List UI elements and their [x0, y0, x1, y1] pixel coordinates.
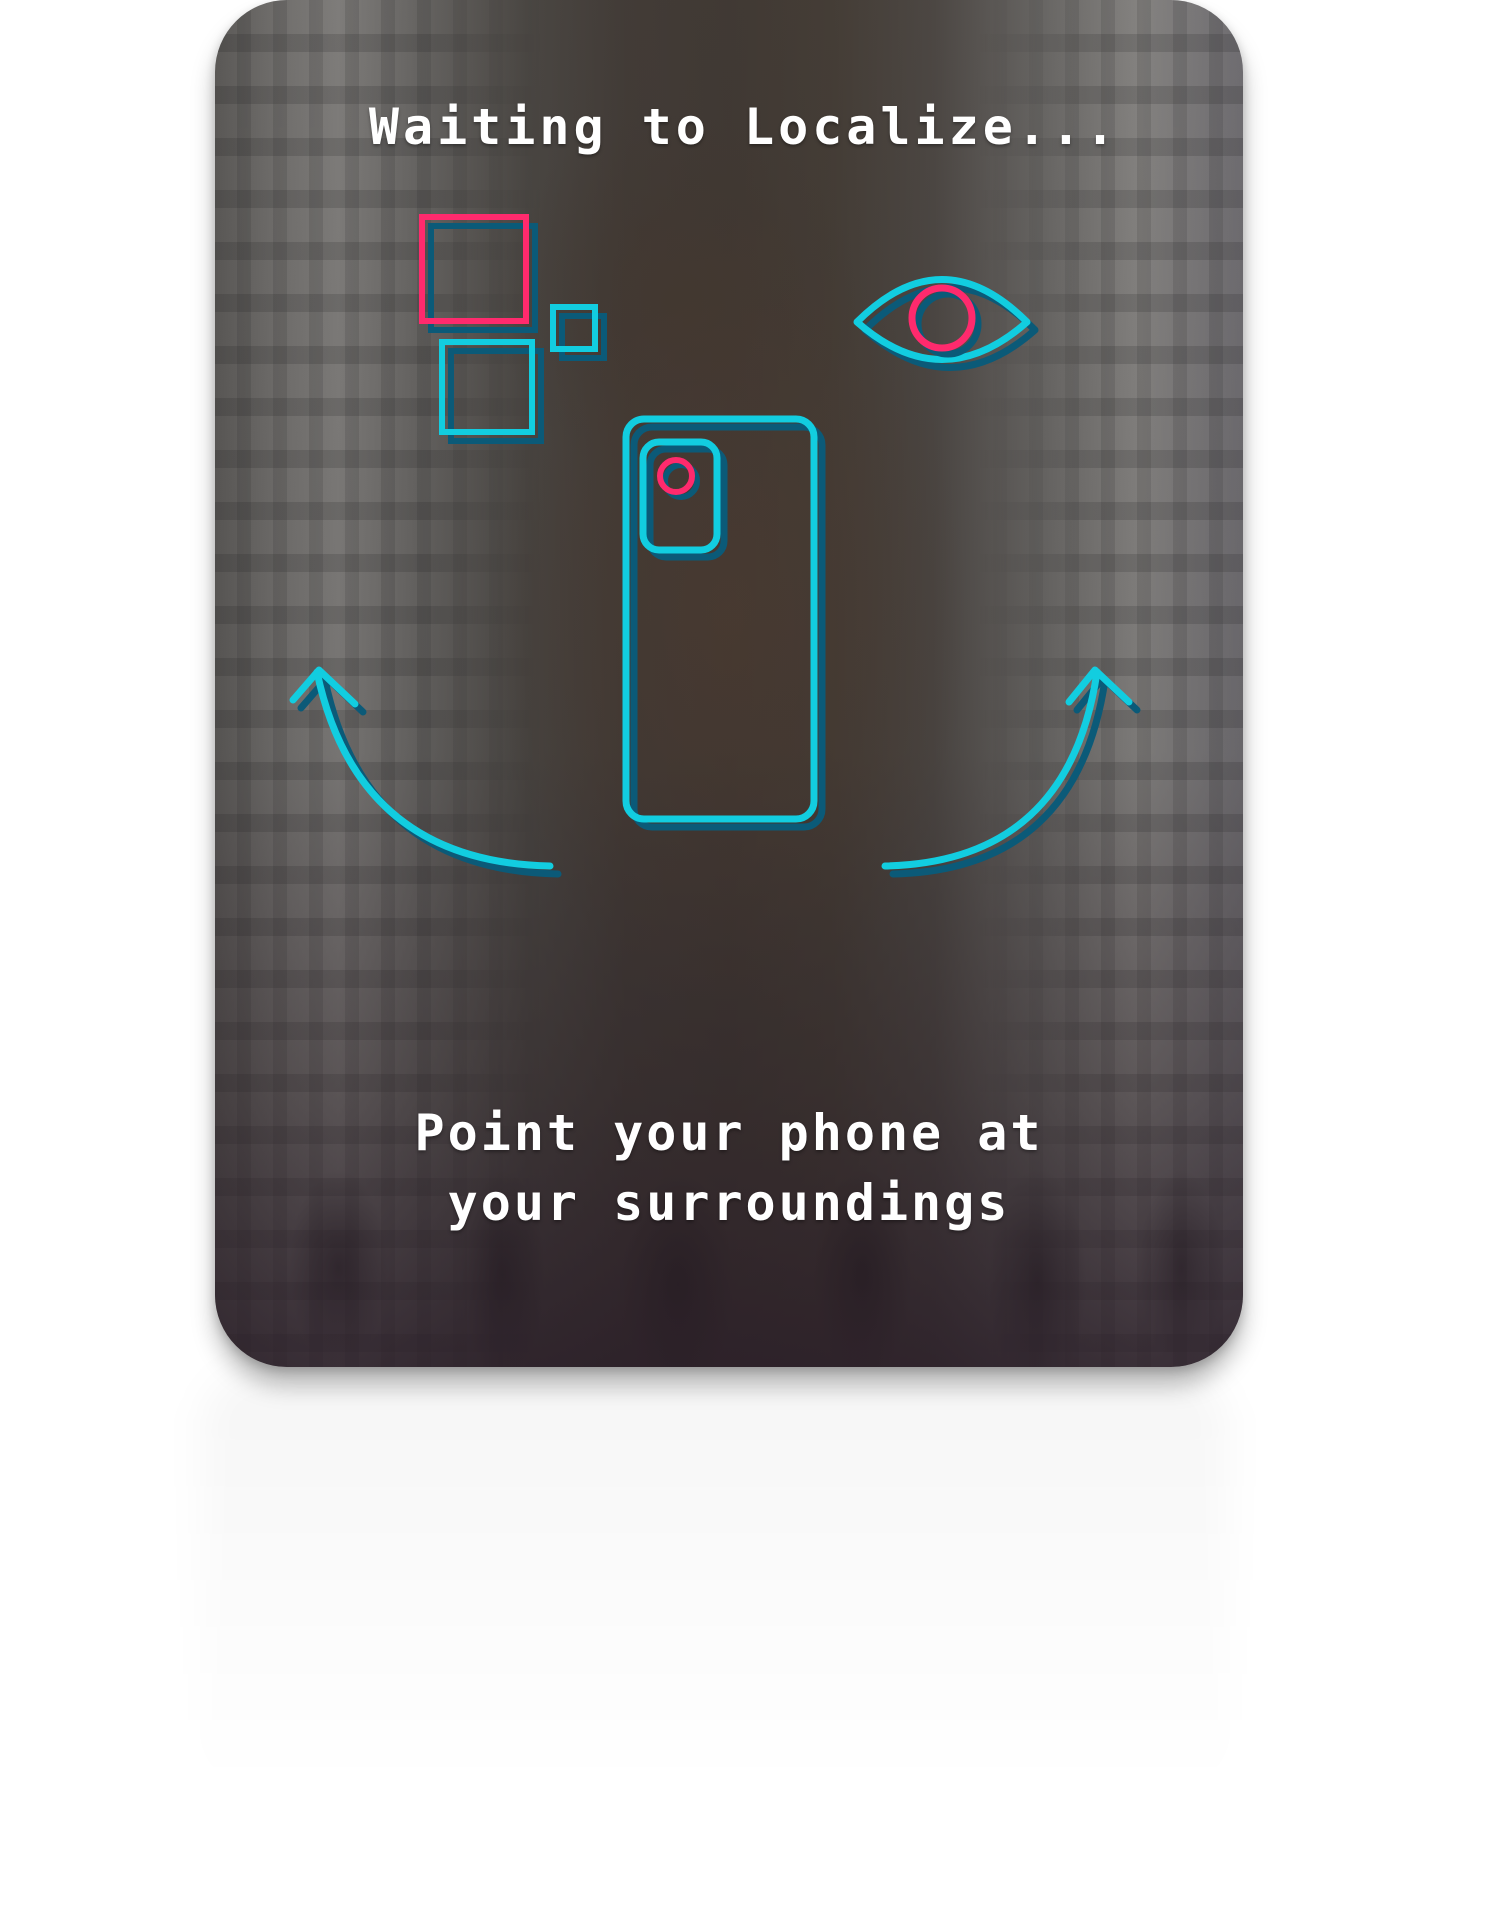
card-reflection: [200, 1370, 1230, 1790]
localization-card: Waiting to Localize... Point your phone …: [215, 0, 1243, 1367]
instruction-text: Point your phone at your surroundings: [215, 1098, 1243, 1238]
instruction-line-2: your surroundings: [447, 1174, 1011, 1232]
eye-icon: [853, 276, 1039, 371]
curved-arrow-right-icon: [881, 666, 1141, 878]
phone-icon: [622, 415, 826, 831]
camera-icon: [639, 438, 728, 561]
stage: Waiting to Localize... Point your phone …: [0, 0, 1500, 1916]
feature-squares-icon: [419, 214, 607, 444]
curved-arrow-left-icon: [289, 666, 562, 878]
instruction-line-1: Point your phone at: [414, 1104, 1044, 1162]
